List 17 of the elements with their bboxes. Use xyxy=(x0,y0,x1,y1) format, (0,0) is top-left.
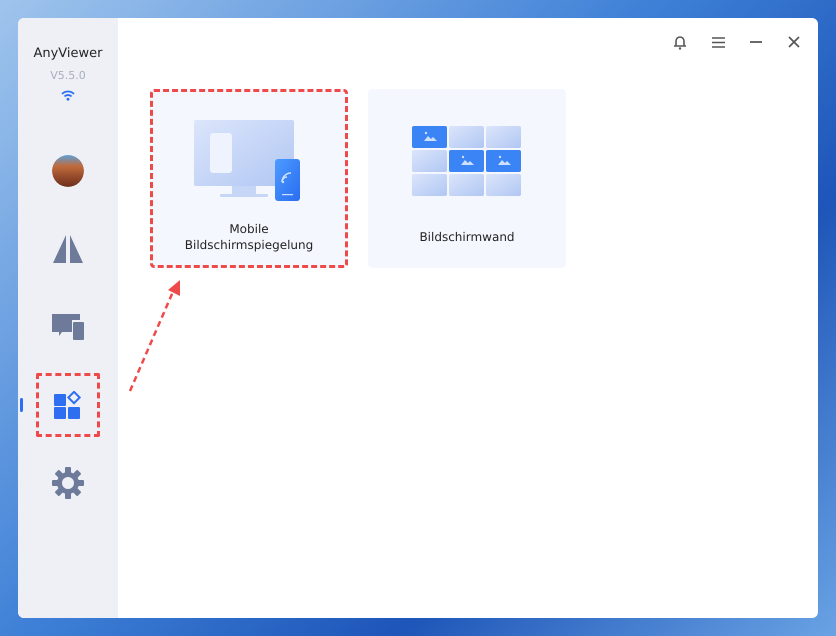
minimize-icon xyxy=(750,41,762,43)
triangles-icon xyxy=(52,233,84,265)
app-name: AnyViewer xyxy=(33,46,103,61)
devices-icon xyxy=(52,314,84,340)
settings-icon xyxy=(52,467,84,499)
screen-grid-icon xyxy=(412,126,522,198)
avatar-icon xyxy=(52,155,84,187)
card-label: Mobile Bildschirmspiegelung xyxy=(184,221,314,254)
close-icon xyxy=(788,36,800,48)
menu-icon xyxy=(712,36,724,48)
feature-card[interactable]: Mobile Bildschirmspiegelung xyxy=(150,89,348,268)
wifi-icon xyxy=(61,90,75,101)
version-label: V5.5.0 xyxy=(50,69,86,82)
bell-icon xyxy=(673,34,687,50)
feature-card[interactable]: Bildschirmwand xyxy=(368,89,566,268)
apps-icon xyxy=(54,391,82,419)
card-label: Bildschirmwand xyxy=(419,229,515,246)
